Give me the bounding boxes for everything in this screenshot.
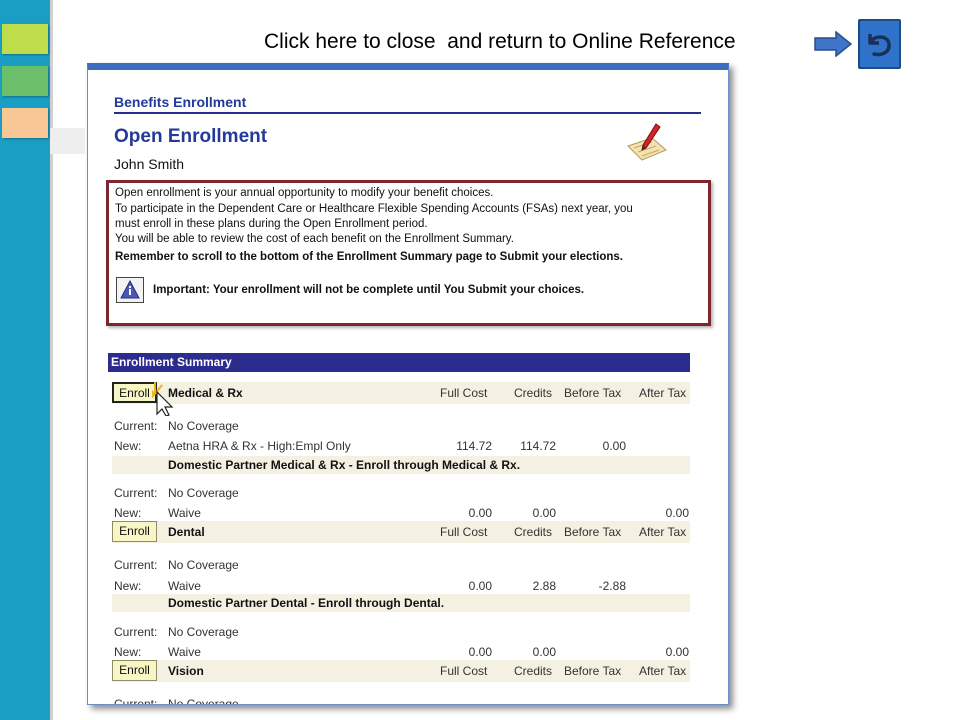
info-icon <box>116 277 144 303</box>
section-title: Benefits Enrollment <box>114 94 701 114</box>
plan-name: Vision <box>168 664 204 678</box>
scroll-reminder: Remember to scroll to the bottom of the … <box>115 251 623 263</box>
open-enrollment-info-box: Open enrollment is your annual opportuni… <box>106 180 711 326</box>
enrollment-screenshot-panel: Benefits Enrollment Open Enrollment John… <box>87 63 729 705</box>
page-title: Open Enrollment <box>114 126 268 147</box>
before-tax-value: 0.00 <box>602 439 626 453</box>
current-label: Current: <box>114 697 158 705</box>
return-arrow-icon <box>868 34 891 57</box>
current-label: Current: <box>114 558 158 572</box>
column-credits: Credits <box>514 664 553 678</box>
domestic-partner-note: Domestic Partner Medical & Rx - Enroll t… <box>168 458 521 472</box>
employee-name: John Smith <box>114 156 185 172</box>
credits-value: 0.00 <box>532 506 556 520</box>
return-button[interactable] <box>858 19 901 69</box>
column-after-tax: After Tax <box>639 386 687 400</box>
column-credits: Credits <box>514 386 553 400</box>
plan-name: Medical & Rx <box>168 386 243 400</box>
column-before-tax: Before Tax <box>564 525 622 539</box>
info-line: must enroll in these plans during the Op… <box>115 218 428 230</box>
after-tax-value: 0.00 <box>665 506 689 520</box>
left-sidebar <box>0 0 85 720</box>
new-coverage: Waive <box>168 645 201 659</box>
enroll-medical-button[interactable]: Enroll <box>112 382 157 403</box>
credits-value: 2.88 <box>532 579 556 593</box>
before-tax-value: -2.88 <box>598 579 626 593</box>
credits-value: 114.72 <box>520 439 556 453</box>
sidebar-tab-orange[interactable] <box>2 108 48 138</box>
column-full-cost: Full Cost <box>440 664 488 678</box>
column-after-tax: After Tax <box>639 525 687 539</box>
current-label: Current: <box>114 419 158 433</box>
plan-header-vision: Enroll Vision Full Cost Credits Before T… <box>112 660 690 682</box>
info-line: Open enrollment is your annual opportuni… <box>115 187 494 199</box>
sidebar-tab-green[interactable] <box>2 66 48 96</box>
arrow-right-icon <box>814 31 852 57</box>
enroll-vision-button[interactable]: Enroll <box>112 660 157 681</box>
sidebar-tab-green-yellow[interactable] <box>2 24 48 54</box>
column-full-cost: Full Cost <box>440 386 488 400</box>
current-label: Current: <box>114 625 158 639</box>
new-label: New: <box>114 439 142 453</box>
current-coverage: No Coverage <box>168 625 239 639</box>
after-tax-value: 0.00 <box>665 645 689 659</box>
new-label: New: <box>114 506 142 520</box>
column-full-cost: Full Cost <box>440 525 488 539</box>
pencil-paper-icon <box>627 123 667 161</box>
plan-header-medical: Enroll Medical & Rx Full Cost Credits Be… <box>112 382 690 404</box>
column-before-tax: Before Tax <box>564 664 622 678</box>
enrollment-summary-header: Enrollment Summary <box>108 353 690 372</box>
close-link[interactable]: Click here to close and return to Online… <box>264 30 736 54</box>
new-coverage: Aetna HRA & Rx - High:Empl Only <box>168 439 351 453</box>
full-cost-value: 0.00 <box>468 645 492 659</box>
column-after-tax: After Tax <box>639 664 687 678</box>
domestic-partner-row: Domestic Partner Medical & Rx - Enroll t… <box>112 456 690 474</box>
column-before-tax: Before Tax <box>564 386 622 400</box>
credits-value: 0.00 <box>532 645 556 659</box>
column-credits: Credits <box>514 525 553 539</box>
plan-name: Dental <box>168 525 205 539</box>
domestic-partner-row: Domestic Partner Dental - Enroll through… <box>112 594 690 612</box>
sidebar-divider <box>50 0 53 720</box>
full-cost-value: 0.00 <box>468 506 492 520</box>
plan-header-dental: Enroll Dental Full Cost Credits Before T… <box>112 521 690 543</box>
current-coverage: No Coverage <box>168 419 239 433</box>
enroll-dental-button[interactable]: Enroll <box>112 521 157 542</box>
new-label: New: <box>114 645 142 659</box>
current-label: Current: <box>114 486 158 500</box>
mouse-cursor-icon <box>152 382 174 416</box>
important-notice: Important: Your enrollment will not be c… <box>153 284 585 296</box>
current-coverage: No Coverage <box>168 558 239 572</box>
sidebar-highlight <box>50 128 85 154</box>
full-cost-value: 114.72 <box>456 439 492 453</box>
domestic-partner-note: Domestic Partner Dental - Enroll through… <box>168 596 445 610</box>
full-cost-value: 0.00 <box>468 579 492 593</box>
new-coverage: Waive <box>168 579 201 593</box>
new-label: New: <box>114 579 142 593</box>
current-coverage: No Coverage <box>168 486 239 500</box>
info-line: To participate in the Dependent Care or … <box>115 203 633 215</box>
new-coverage: Waive <box>168 506 201 520</box>
current-coverage: No Coverage <box>168 697 239 705</box>
info-line: You will be able to review the cost of e… <box>115 233 514 245</box>
